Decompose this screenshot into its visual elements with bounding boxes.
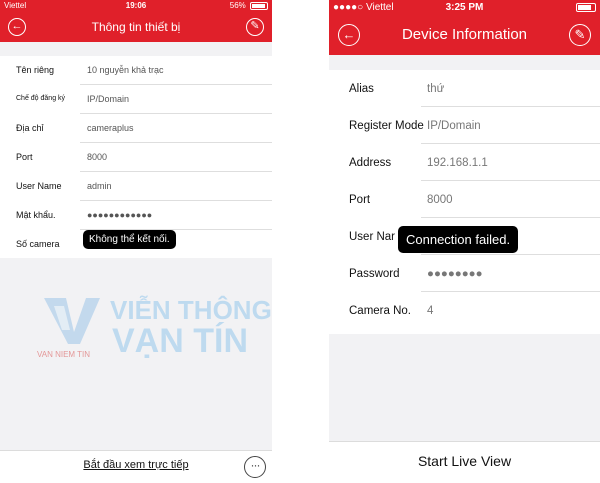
right-device-info-list: Alias thứ Register Mode IP/Domain Addres… bbox=[329, 70, 600, 334]
watermark-brand-line2: VẠN TÍN bbox=[112, 322, 248, 360]
more-options-button[interactable]: ··· bbox=[244, 456, 266, 478]
battery-icon bbox=[250, 1, 268, 10]
page-title: Device Information bbox=[401, 26, 528, 43]
left-status-bar: Viettel 19:06 56% bbox=[0, 0, 272, 12]
edit-button[interactable]: ✎ bbox=[569, 24, 591, 46]
field-label: Tên riêng bbox=[16, 65, 55, 75]
watermark-tagline: VAN NIEM TIN bbox=[37, 350, 91, 359]
list-item-port[interactable]: Port 8000 bbox=[329, 181, 600, 218]
field-label: Địa chỉ bbox=[16, 123, 44, 133]
list-item-password[interactable]: Password ●●●●●●●● bbox=[329, 255, 600, 292]
field-label: Register Mode bbox=[349, 120, 424, 132]
field-value: ●●●●●●●●●●●● bbox=[87, 210, 153, 220]
list-item-camera-number[interactable]: Camera No. 4 bbox=[329, 292, 600, 329]
field-label: Port bbox=[16, 152, 33, 162]
list-item-alias[interactable]: Tên riêng 10 nguyễn khả trạc bbox=[0, 56, 272, 85]
start-live-view-button[interactable]: Start Live View bbox=[329, 453, 600, 469]
list-item-alias[interactable]: Alias thứ bbox=[329, 70, 600, 107]
field-value: 192.168.1.1 bbox=[427, 157, 488, 169]
left-device-info-list: Tên riêng 10 nguyễn khả trạc Chế độ đăng… bbox=[0, 56, 272, 258]
field-value: IP/Domain bbox=[427, 120, 481, 132]
field-label: Mật khẩu. bbox=[16, 210, 56, 220]
list-item-address[interactable]: Address 192.168.1.1 bbox=[329, 144, 600, 181]
field-label: Chế độ đăng ký bbox=[16, 95, 66, 102]
right-battery-status bbox=[574, 2, 596, 13]
list-item-address[interactable]: Địa chỉ cameraplus bbox=[0, 114, 272, 143]
field-label: Port bbox=[349, 194, 371, 206]
field-value: 8000 bbox=[427, 194, 453, 206]
field-label: Alias bbox=[349, 83, 374, 95]
field-label: User Name bbox=[16, 181, 62, 191]
connection-error-toast: Connection failed. bbox=[398, 226, 519, 253]
start-live-view-button[interactable]: Bắt đầu xem trực tiếp bbox=[0, 459, 272, 471]
field-value: IP/Domain bbox=[87, 94, 130, 104]
list-item-user-name[interactable]: User Name admin bbox=[0, 172, 272, 201]
screenshot-stage: Viettel 19:06 56% ← Thông tin thiết bị ✎… bbox=[0, 0, 600, 483]
page-title: Thông tin thiết bị bbox=[91, 20, 181, 34]
connection-error-toast: Không thể kết nối. bbox=[83, 230, 176, 249]
list-item-register-mode[interactable]: Register Mode IP/Domain bbox=[329, 107, 600, 144]
left-nav-bar: ← Thông tin thiết bị ✎ bbox=[0, 12, 272, 42]
field-value: 10 nguyễn khả trạc bbox=[87, 65, 164, 75]
list-item-password[interactable]: Mật khẩu. ●●●●●●●●●●●● bbox=[0, 201, 272, 230]
field-label: User Nar bbox=[349, 231, 396, 243]
right-nav-bar: ← Device Information ✎ bbox=[329, 15, 600, 55]
field-value: ●●●●●●●● bbox=[427, 268, 483, 280]
battery-icon bbox=[576, 2, 596, 12]
field-label: Password bbox=[349, 268, 400, 280]
right-bottom-bar: Start Live View bbox=[329, 441, 600, 483]
field-label: Camera No. bbox=[349, 305, 411, 317]
more-dots-icon: ··· bbox=[250, 458, 261, 472]
pencil-icon: ✎ bbox=[574, 27, 586, 42]
left-battery-percent: 56% bbox=[229, 1, 246, 10]
field-value: cameraplus bbox=[87, 123, 134, 133]
field-value: 8000 bbox=[87, 152, 108, 162]
pencil-icon: ✎ bbox=[250, 20, 260, 32]
left-battery-status: 56% bbox=[230, 1, 268, 10]
right-clock: 3:25 PM bbox=[445, 2, 484, 13]
field-value: admin bbox=[87, 181, 112, 191]
list-item-port[interactable]: Port 8000 bbox=[0, 143, 272, 172]
field-label: Số camera bbox=[16, 239, 60, 249]
left-phone-screen: Viettel 19:06 56% ← Thông tin thiết bị ✎… bbox=[0, 0, 272, 483]
vantin-logo-icon bbox=[44, 298, 100, 344]
field-value: thứ bbox=[427, 83, 445, 95]
list-item-register-mode[interactable]: Chế độ đăng ký IP/Domain bbox=[0, 85, 272, 114]
field-value: 4 bbox=[427, 305, 434, 317]
edit-button[interactable]: ✎ bbox=[246, 18, 264, 36]
left-bottom-bar: Bắt đầu xem trực tiếp ··· bbox=[0, 450, 272, 483]
right-status-bar: ●●●●○ Viettel 3:25 PM bbox=[329, 0, 600, 15]
field-label: Address bbox=[349, 157, 392, 169]
